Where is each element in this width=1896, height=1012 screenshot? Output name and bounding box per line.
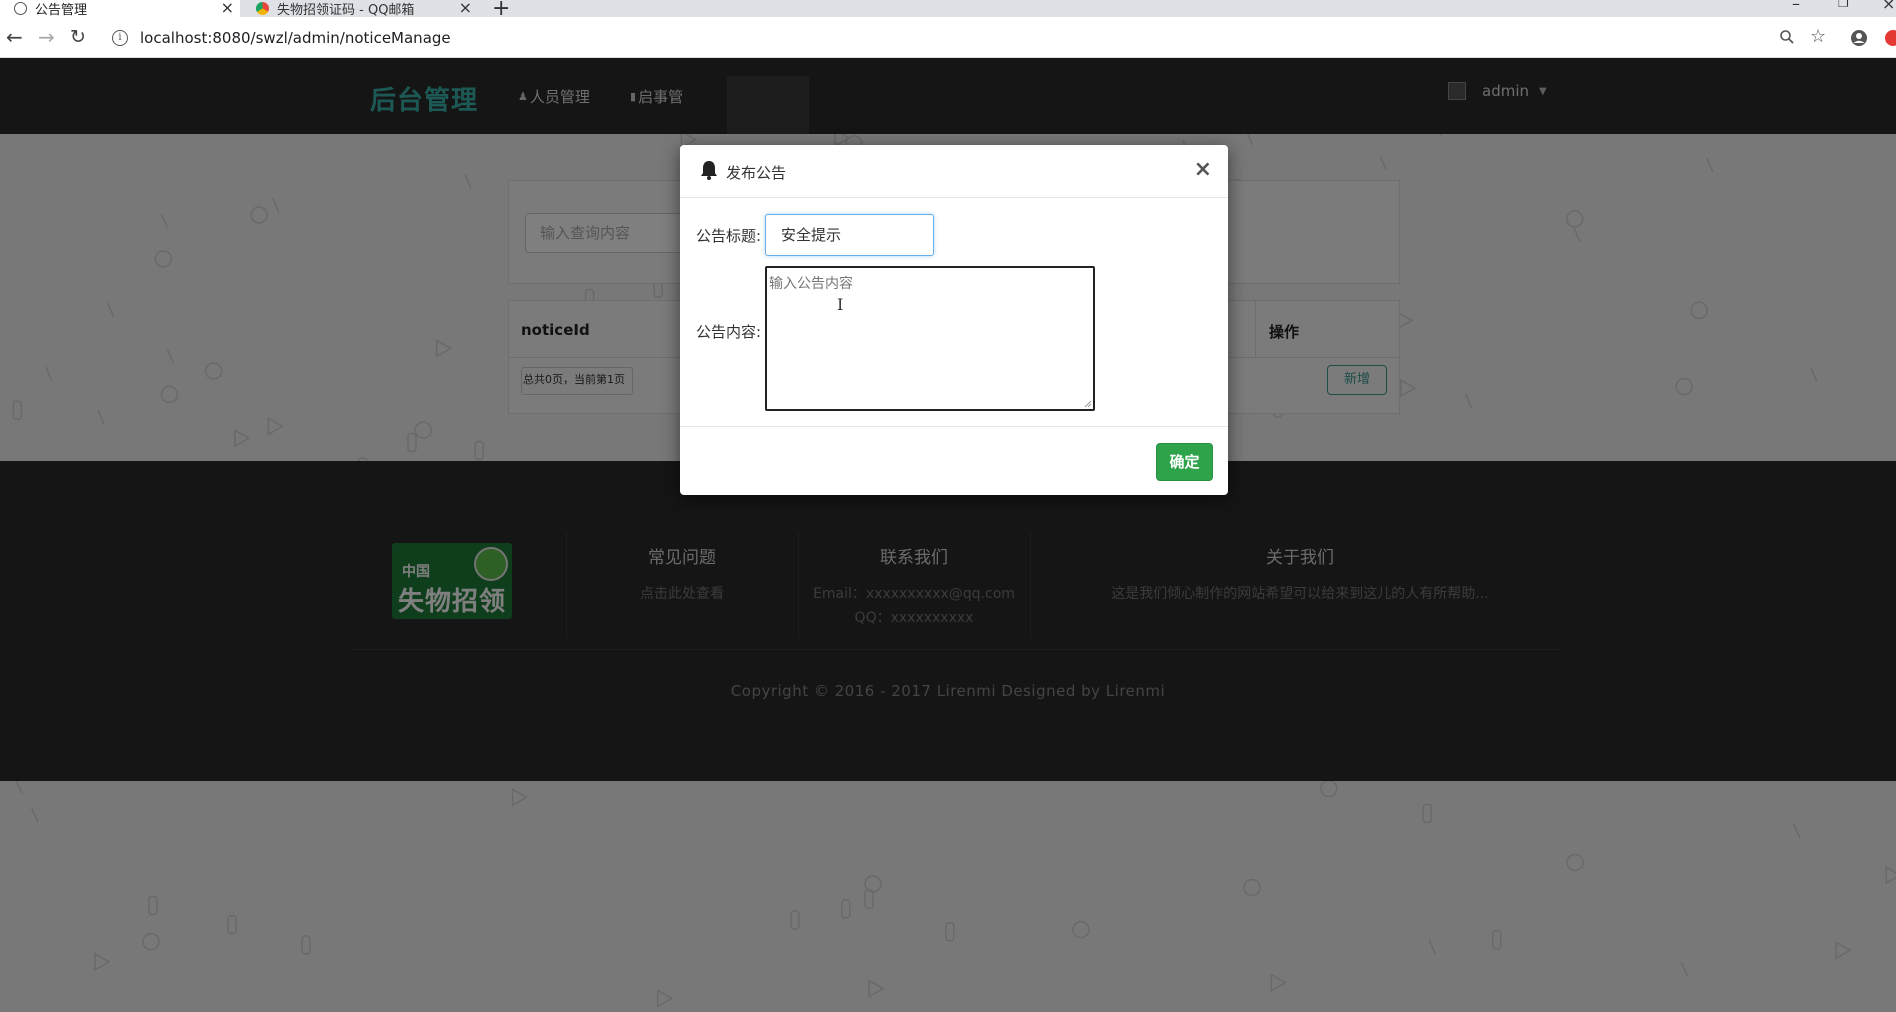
tab-title: 公告管理 [35,3,88,18]
close-window-icon[interactable]: × [1882,0,1895,13]
confirm-button[interactable]: 确定 [1156,443,1213,481]
profile-icon[interactable] [1850,29,1868,52]
url-text: localhost:8080/swzl/admin/noticeManage [140,29,451,47]
close-tab-icon[interactable]: × [221,0,234,17]
restore-icon[interactable]: ❐ [1838,0,1849,10]
publish-notice-dialog: 发布公告 × 公告标题: 安全提示 公告内容: 输入公告内容 I 确定 [680,145,1228,495]
forward-icon[interactable]: → [38,25,55,49]
notice-title-label: 公告标题: [696,227,762,245]
notice-content-label: 公告内容: [696,323,762,341]
back-icon[interactable]: ← [6,25,23,49]
reload-icon[interactable]: ↻ [70,25,86,49]
extension-icon[interactable] [1884,29,1896,52]
text-cursor-icon: I [837,295,844,314]
close-dialog-button[interactable]: × [1194,157,1212,182]
globe-icon [14,2,27,15]
tab-title: 失物招领证码 - QQ邮箱 [277,3,415,18]
notice-title-input[interactable]: 安全提示 [765,214,934,256]
zoom-icon[interactable] [1779,29,1795,50]
dialog-header: 发布公告 × [680,145,1228,198]
address-bar[interactable]: i localhost:8080/swzl/admin/noticeManage [104,24,1764,52]
browser-toolbar: ← → ↻ i localhost:8080/swzl/admin/notice… [0,17,1896,58]
qq-mail-icon [256,2,269,15]
bell-icon [701,161,717,180]
tab-qq-mail[interactable]: 失物招领证码 - QQ邮箱 × [242,0,478,18]
textarea-placeholder: 输入公告内容 [769,276,853,292]
dialog-title: 发布公告 [726,164,787,182]
info-icon[interactable]: i [112,30,128,46]
bookmark-star-icon[interactable]: ☆ [1810,26,1826,47]
dialog-footer-divider [680,426,1228,427]
page: 后台管理 ♟ 人员管理 ▮ 启事管 admin ▼ 输入查询内容 noticeI… [0,58,1896,1012]
minimize-icon[interactable]: – [1792,0,1800,13]
close-tab-icon[interactable]: × [459,0,472,17]
notice-content-textarea[interactable]: 输入公告内容 I [765,266,1095,411]
resize-handle-icon[interactable] [1084,400,1092,408]
browser-tab-bar: 公告管理 × 失物招领证码 - QQ邮箱 × + – ❐ × [0,0,1896,21]
tab-notice-manage[interactable]: 公告管理 × [0,0,240,18]
